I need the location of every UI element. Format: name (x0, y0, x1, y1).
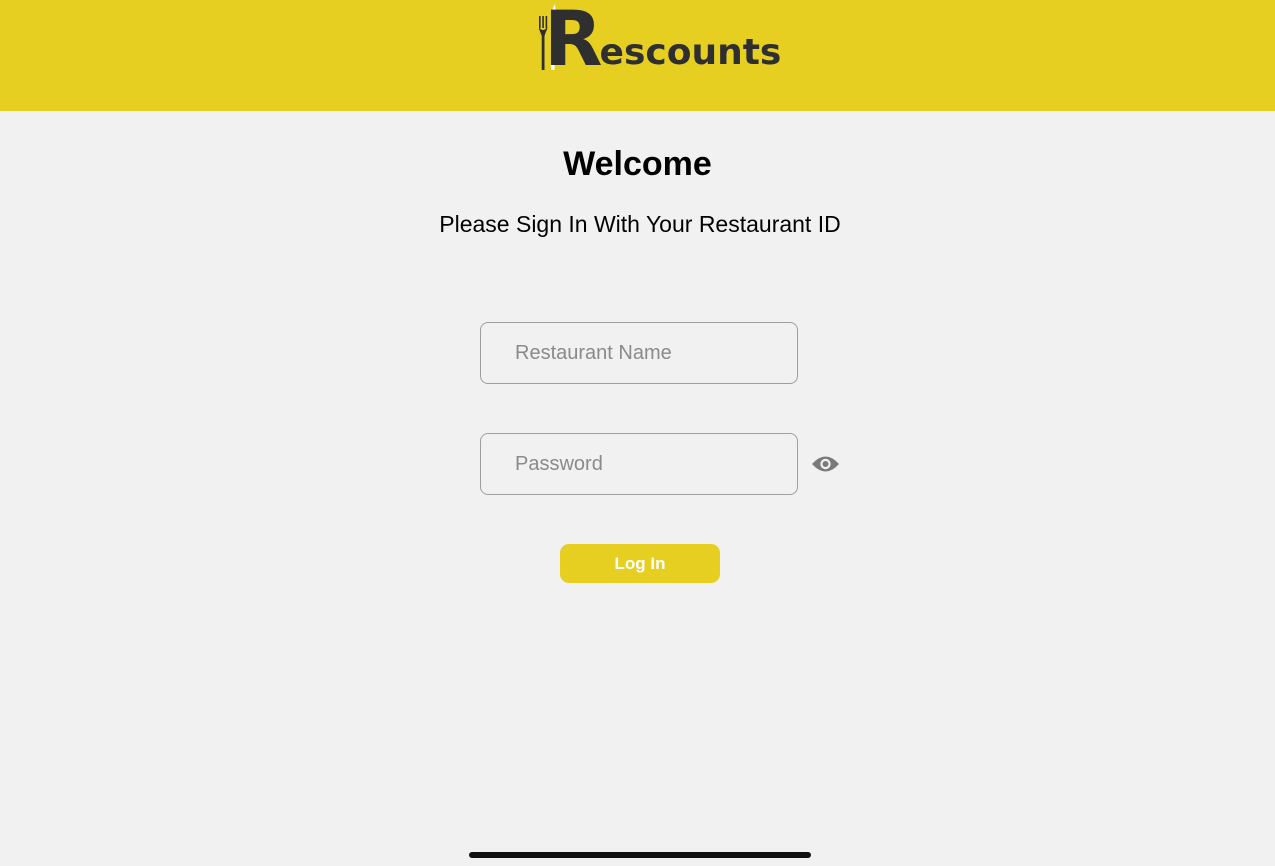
restaurant-name-input[interactable] (480, 322, 798, 384)
welcome-title: Welcome (563, 145, 712, 183)
login-screen: R escounts Welcome Please Sign In With Y… (0, 0, 1275, 866)
logo-rest: escounts (599, 32, 782, 73)
rescounts-logo: R escounts (536, 1, 781, 77)
eye-icon[interactable] (811, 454, 840, 474)
logo-initial: R (544, 0, 603, 83)
password-input[interactable] (480, 433, 798, 495)
home-indicator[interactable] (469, 852, 811, 858)
welcome-subtitle: Please Sign In With Your Restaurant ID (439, 211, 841, 237)
header-bar: R escounts (0, 0, 1275, 111)
logo-wordmark: R escounts (542, 0, 782, 83)
login-button[interactable]: Log In (560, 544, 720, 583)
